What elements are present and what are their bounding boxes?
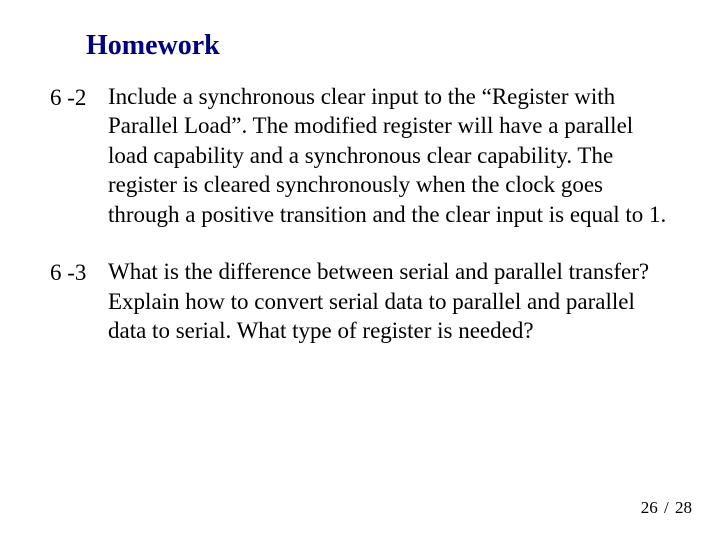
item-number: 6 -3 [50, 257, 108, 287]
slide: Homework 6 -2 Include a synchronous clea… [0, 0, 720, 540]
page-total: 28 [675, 498, 692, 517]
page-separator: / [662, 498, 671, 517]
item-text: What is the difference between serial an… [108, 257, 670, 345]
page-indicator: 26 / 28 [641, 498, 692, 518]
list-item: 6 -3 What is the difference between seri… [50, 257, 670, 345]
homework-list: 6 -2 Include a synchronous clear input t… [50, 82, 670, 374]
item-text: Include a synchronous clear input to the… [108, 82, 670, 229]
slide-title: Homework [86, 30, 220, 62]
item-number: 6 -2 [50, 82, 108, 112]
page-current: 26 [641, 498, 658, 517]
list-item: 6 -2 Include a synchronous clear input t… [50, 82, 670, 229]
